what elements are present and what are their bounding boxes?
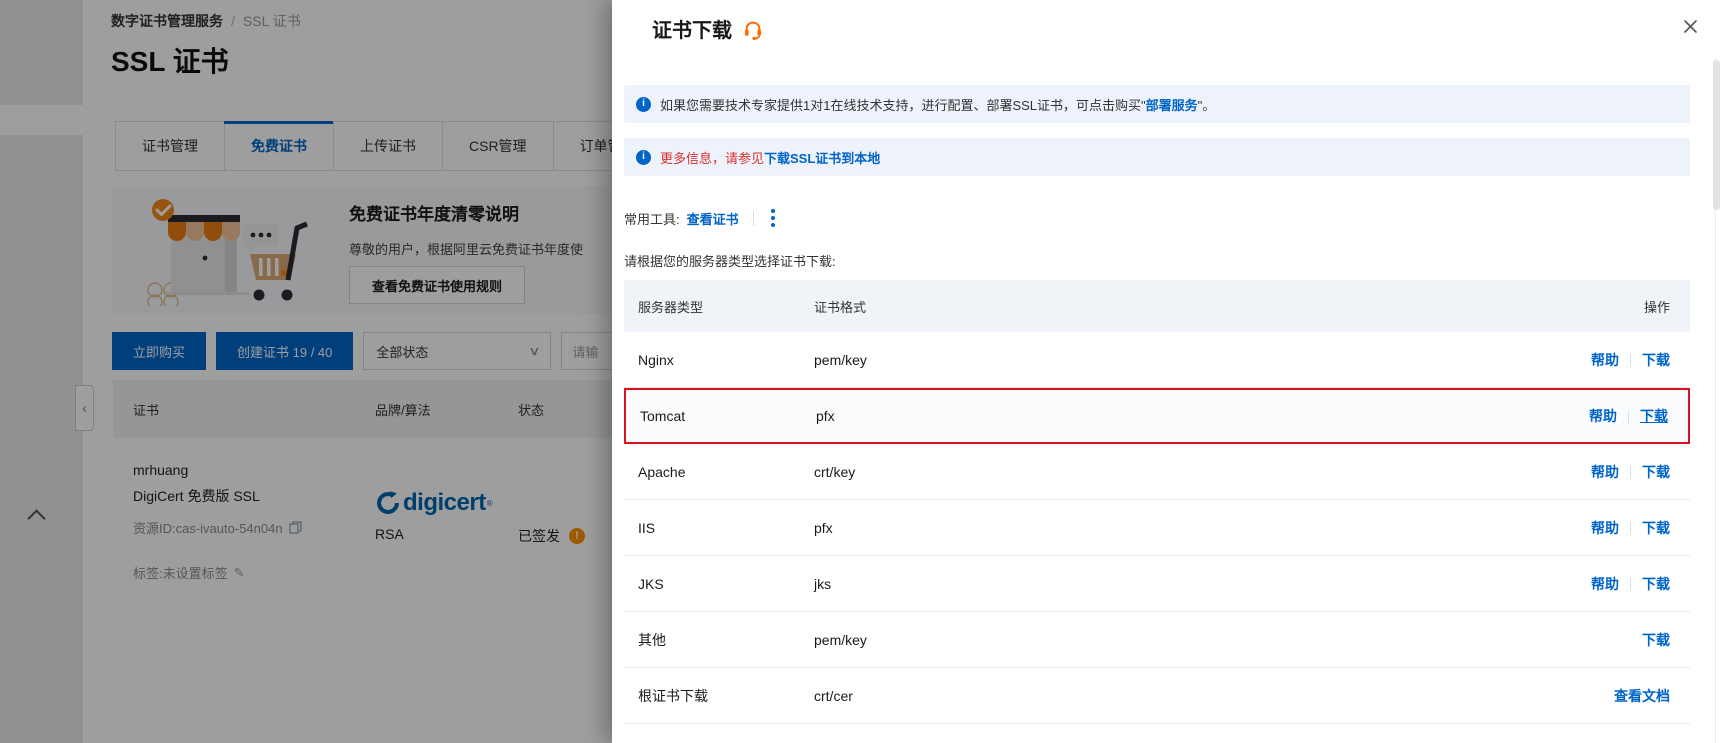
download-ssl-doc-link[interactable]: 下载SSL证书到本地 <box>764 151 880 166</box>
col-operations: 操作 <box>1410 297 1690 316</box>
info-icon: i <box>636 150 651 165</box>
scrollbar-thumb[interactable] <box>1713 60 1720 210</box>
server-type-cell: Apache <box>624 464 814 480</box>
download-row-tomcat[interactable]: Tomcat pfx 帮助 下载 <box>624 388 1690 444</box>
deploy-service-link[interactable]: 部署服务 <box>1146 98 1198 113</box>
server-type-cell: 其他 <box>624 630 814 650</box>
close-icon[interactable] <box>1680 16 1700 36</box>
common-tools-row: 常用工具: 查看证书 <box>624 206 778 230</box>
download-link[interactable]: 下载 <box>1640 408 1668 424</box>
download-table: 服务器类型 证书格式 操作 Nginx pem/key 帮助下载 Tomcat … <box>624 280 1690 724</box>
help-link[interactable]: 帮助 <box>1591 352 1619 368</box>
view-certificate-link[interactable]: 查看证书 <box>687 209 739 228</box>
banner1-text: 如果您需要技术专家提供1对1在线技术支持，进行配置、部署SSL证书，可点击购买" <box>660 98 1146 113</box>
action-divider <box>1630 578 1631 591</box>
actions-cell: 帮助 下载 <box>1410 518 1690 538</box>
actions-cell: 帮助 下载 <box>1410 350 1690 370</box>
help-link[interactable]: 帮助 <box>1591 520 1619 536</box>
server-type-cell: Nginx <box>624 352 814 368</box>
server-type-hint: 请根据您的服务器类型选择证书下载: <box>624 251 836 270</box>
format-cell: pem/key <box>814 632 1410 648</box>
view-docs-link[interactable]: 查看文档 <box>1614 688 1670 704</box>
actions-cell: 帮助 下载 <box>1408 406 1688 426</box>
actions-cell: 查看文档 <box>1410 686 1690 706</box>
help-link[interactable]: 帮助 <box>1591 464 1619 480</box>
action-divider <box>1628 410 1629 423</box>
download-row-nginx[interactable]: Nginx pem/key 帮助 下载 <box>624 332 1690 388</box>
certificate-download-drawer: 证书下载 i 如果您需要技术专家提供1对1在线技术支持，进行配置、部署SSL证书… <box>612 0 1726 743</box>
col-cert-format: 证书格式 <box>814 297 1410 316</box>
download-row-apache[interactable]: Apache crt/key 帮助 下载 <box>624 444 1690 500</box>
download-link[interactable]: 下载 <box>1642 352 1670 368</box>
more-tools-icon[interactable] <box>768 206 778 230</box>
deploy-service-banner: i 如果您需要技术专家提供1对1在线技术支持，进行配置、部署SSL证书，可点击购… <box>624 85 1690 123</box>
server-type-cell: JKS <box>624 576 814 592</box>
download-table-header: 服务器类型 证书格式 操作 <box>624 280 1690 332</box>
server-type-cell: Tomcat <box>626 408 816 424</box>
download-row-iis[interactable]: IIS pfx 帮助 下载 <box>624 500 1690 556</box>
format-cell: pfx <box>816 408 1408 424</box>
format-cell: crt/cer <box>814 688 1410 704</box>
action-divider <box>1630 522 1631 535</box>
server-type-cell: IIS <box>624 520 814 536</box>
action-divider <box>1630 466 1631 479</box>
server-type-cell: 根证书下载 <box>624 686 814 706</box>
banner2-text: 更多信息，请参见 <box>660 151 764 166</box>
download-row-jks[interactable]: JKS jks 帮助 下载 <box>624 556 1690 612</box>
actions-cell: 帮助 下载 <box>1410 462 1690 482</box>
headset-support-icon[interactable] <box>742 18 764 40</box>
actions-cell: 帮助 下载 <box>1410 574 1690 594</box>
download-row-other[interactable]: 其他 pem/key 下载 <box>624 612 1690 668</box>
ssl-console-page: ‹ 数字证书管理服务/SSL 证书 SSL 证书 证书管理免费证书上传证书CSR… <box>0 0 1726 743</box>
help-link[interactable]: 帮助 <box>1589 408 1617 424</box>
drawer-title: 证书下载 <box>652 14 764 43</box>
actions-cell: 下载 <box>1410 630 1690 650</box>
download-link[interactable]: 下载 <box>1642 520 1670 536</box>
download-link[interactable]: 下载 <box>1642 464 1670 480</box>
format-cell: jks <box>814 576 1410 592</box>
download-link[interactable]: 下载 <box>1642 576 1670 592</box>
divider <box>753 211 754 226</box>
info-icon: i <box>636 97 651 112</box>
help-link[interactable]: 帮助 <box>1591 576 1619 592</box>
col-server-type: 服务器类型 <box>624 297 814 316</box>
more-info-banner: i 更多信息，请参见下载SSL证书到本地 <box>624 138 1690 176</box>
tools-label: 常用工具: <box>624 209 680 228</box>
format-cell: pem/key <box>814 352 1410 368</box>
action-divider <box>1630 354 1631 367</box>
download-link[interactable]: 下载 <box>1642 632 1670 648</box>
download-row-root-cert[interactable]: 根证书下载 crt/cer 查看文档 <box>624 668 1690 724</box>
format-cell: crt/key <box>814 464 1410 480</box>
format-cell: pfx <box>814 520 1410 536</box>
